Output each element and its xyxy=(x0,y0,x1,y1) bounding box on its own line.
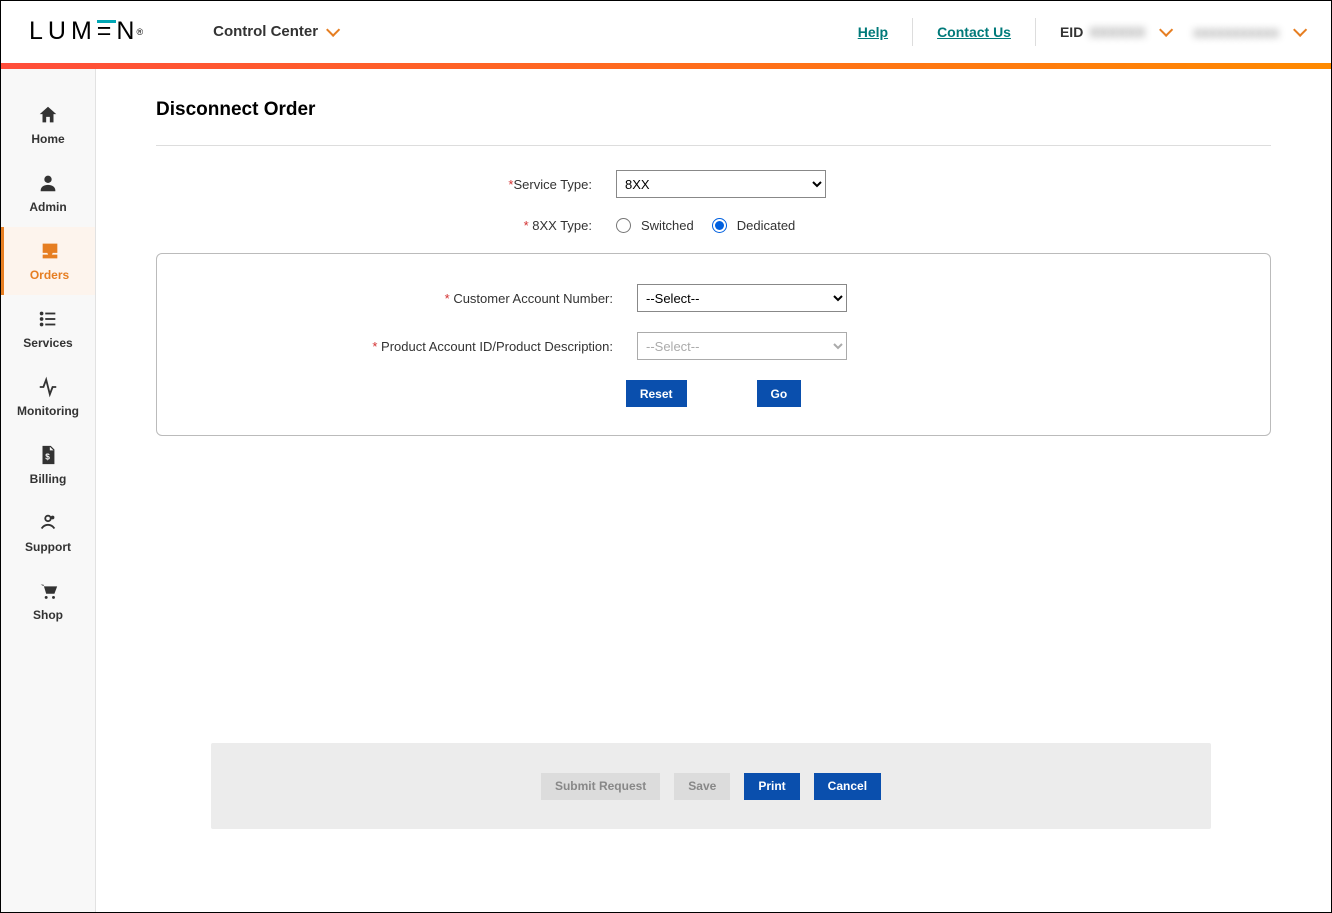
user-value: xxxxxxxxxxx xyxy=(1193,24,1279,40)
activity-icon xyxy=(37,376,59,398)
sidebar-item-label: Orders xyxy=(30,268,69,282)
service-type-row: *Service Type: 8XX xyxy=(156,170,1271,198)
app-switcher[interactable]: Control Center xyxy=(213,23,336,40)
sidebar-item-label: Monitoring xyxy=(17,404,79,418)
svg-text:$: $ xyxy=(45,453,50,462)
sidebar-item-label: Billing xyxy=(30,472,67,486)
sidebar-item-label: Support xyxy=(25,540,71,554)
service-type-select[interactable]: 8XX xyxy=(616,170,826,198)
invoice-icon: $ xyxy=(37,444,59,466)
user-icon xyxy=(37,172,59,194)
chevron-down-icon xyxy=(1293,22,1307,36)
print-button[interactable]: Print xyxy=(744,773,799,800)
home-icon xyxy=(37,104,59,126)
switched-label: Switched xyxy=(641,218,694,233)
chevron-down-icon xyxy=(326,22,340,36)
switched-radio[interactable] xyxy=(616,218,631,233)
eid-dropdown[interactable]: EID XXXXXX xyxy=(1060,24,1169,40)
service-type-label: Service Type: xyxy=(513,177,592,192)
eightxx-type-row: * 8XX Type: Switched Dedicated xyxy=(156,218,1271,233)
sidebar-item-support[interactable]: Support xyxy=(1,499,95,567)
sidebar-item-monitoring[interactable]: Monitoring xyxy=(1,363,95,431)
inbox-icon xyxy=(39,240,61,262)
sidebar-item-services[interactable]: Services xyxy=(1,295,95,363)
save-button[interactable]: Save xyxy=(674,773,730,800)
customer-account-label: Customer Account Number: xyxy=(453,291,613,306)
dedicated-label: Dedicated xyxy=(737,218,796,233)
eid-label: EID xyxy=(1060,24,1083,40)
cart-icon xyxy=(37,580,59,602)
sidebar-item-label: Admin xyxy=(29,200,66,214)
sidebar-item-admin[interactable]: Admin xyxy=(1,159,95,227)
contact-link[interactable]: Contact Us xyxy=(937,24,1011,40)
cancel-button[interactable]: Cancel xyxy=(814,773,881,800)
footer-action-bar: Submit Request Save Print Cancel xyxy=(211,743,1211,829)
divider xyxy=(912,18,913,46)
inner-button-row: Reset Go xyxy=(177,380,1250,407)
account-fieldset: * Customer Account Number: --Select-- * … xyxy=(156,253,1271,436)
sidebar-item-orders[interactable]: Orders xyxy=(1,227,95,295)
divider xyxy=(156,145,1271,146)
eid-value: XXXXXX xyxy=(1089,24,1145,40)
product-account-label: Product Account ID/Product Description: xyxy=(381,339,613,354)
page-title: Disconnect Order xyxy=(156,99,1271,121)
product-account-select[interactable]: --Select-- xyxy=(637,332,847,360)
divider xyxy=(1035,18,1036,46)
required-asterisk: * xyxy=(524,218,533,233)
sidebar-item-shop[interactable]: Shop xyxy=(1,567,95,635)
reset-button[interactable]: Reset xyxy=(626,380,687,407)
submit-request-button[interactable]: Submit Request xyxy=(541,773,660,800)
app-name: Control Center xyxy=(213,23,318,40)
customer-account-select[interactable]: --Select-- xyxy=(637,284,847,312)
required-asterisk: * xyxy=(372,339,381,354)
product-account-row: * Product Account ID/Product Description… xyxy=(177,332,1250,360)
go-button[interactable]: Go xyxy=(757,380,802,407)
help-link[interactable]: Help xyxy=(858,24,888,40)
sidebar-item-label: Shop xyxy=(33,608,63,622)
sidebar-item-label: Services xyxy=(23,336,72,350)
user-dropdown[interactable]: xxxxxxxxxxx xyxy=(1193,24,1303,40)
header: LUM=N® Control Center Help Contact Us EI… xyxy=(1,1,1331,63)
sidebar-item-label: Home xyxy=(31,132,64,146)
sidebar: Home Admin Orders Services Monitoring $ … xyxy=(1,69,96,912)
customer-account-row: * Customer Account Number: --Select-- xyxy=(177,284,1250,312)
header-right: Help Contact Us EID XXXXXX xxxxxxxxxxx xyxy=(858,18,1303,46)
chevron-down-icon xyxy=(1159,22,1173,36)
sidebar-item-home[interactable]: Home xyxy=(1,91,95,159)
main-content: Disconnect Order *Service Type: 8XX * 8X… xyxy=(96,69,1331,912)
dedicated-radio[interactable] xyxy=(712,218,727,233)
list-icon xyxy=(37,308,59,330)
eightxx-type-label: 8XX Type: xyxy=(532,218,592,233)
support-icon xyxy=(37,512,59,534)
sidebar-item-billing[interactable]: $ Billing xyxy=(1,431,95,499)
logo: LUM=N® xyxy=(29,17,143,46)
required-asterisk: * xyxy=(445,291,454,306)
